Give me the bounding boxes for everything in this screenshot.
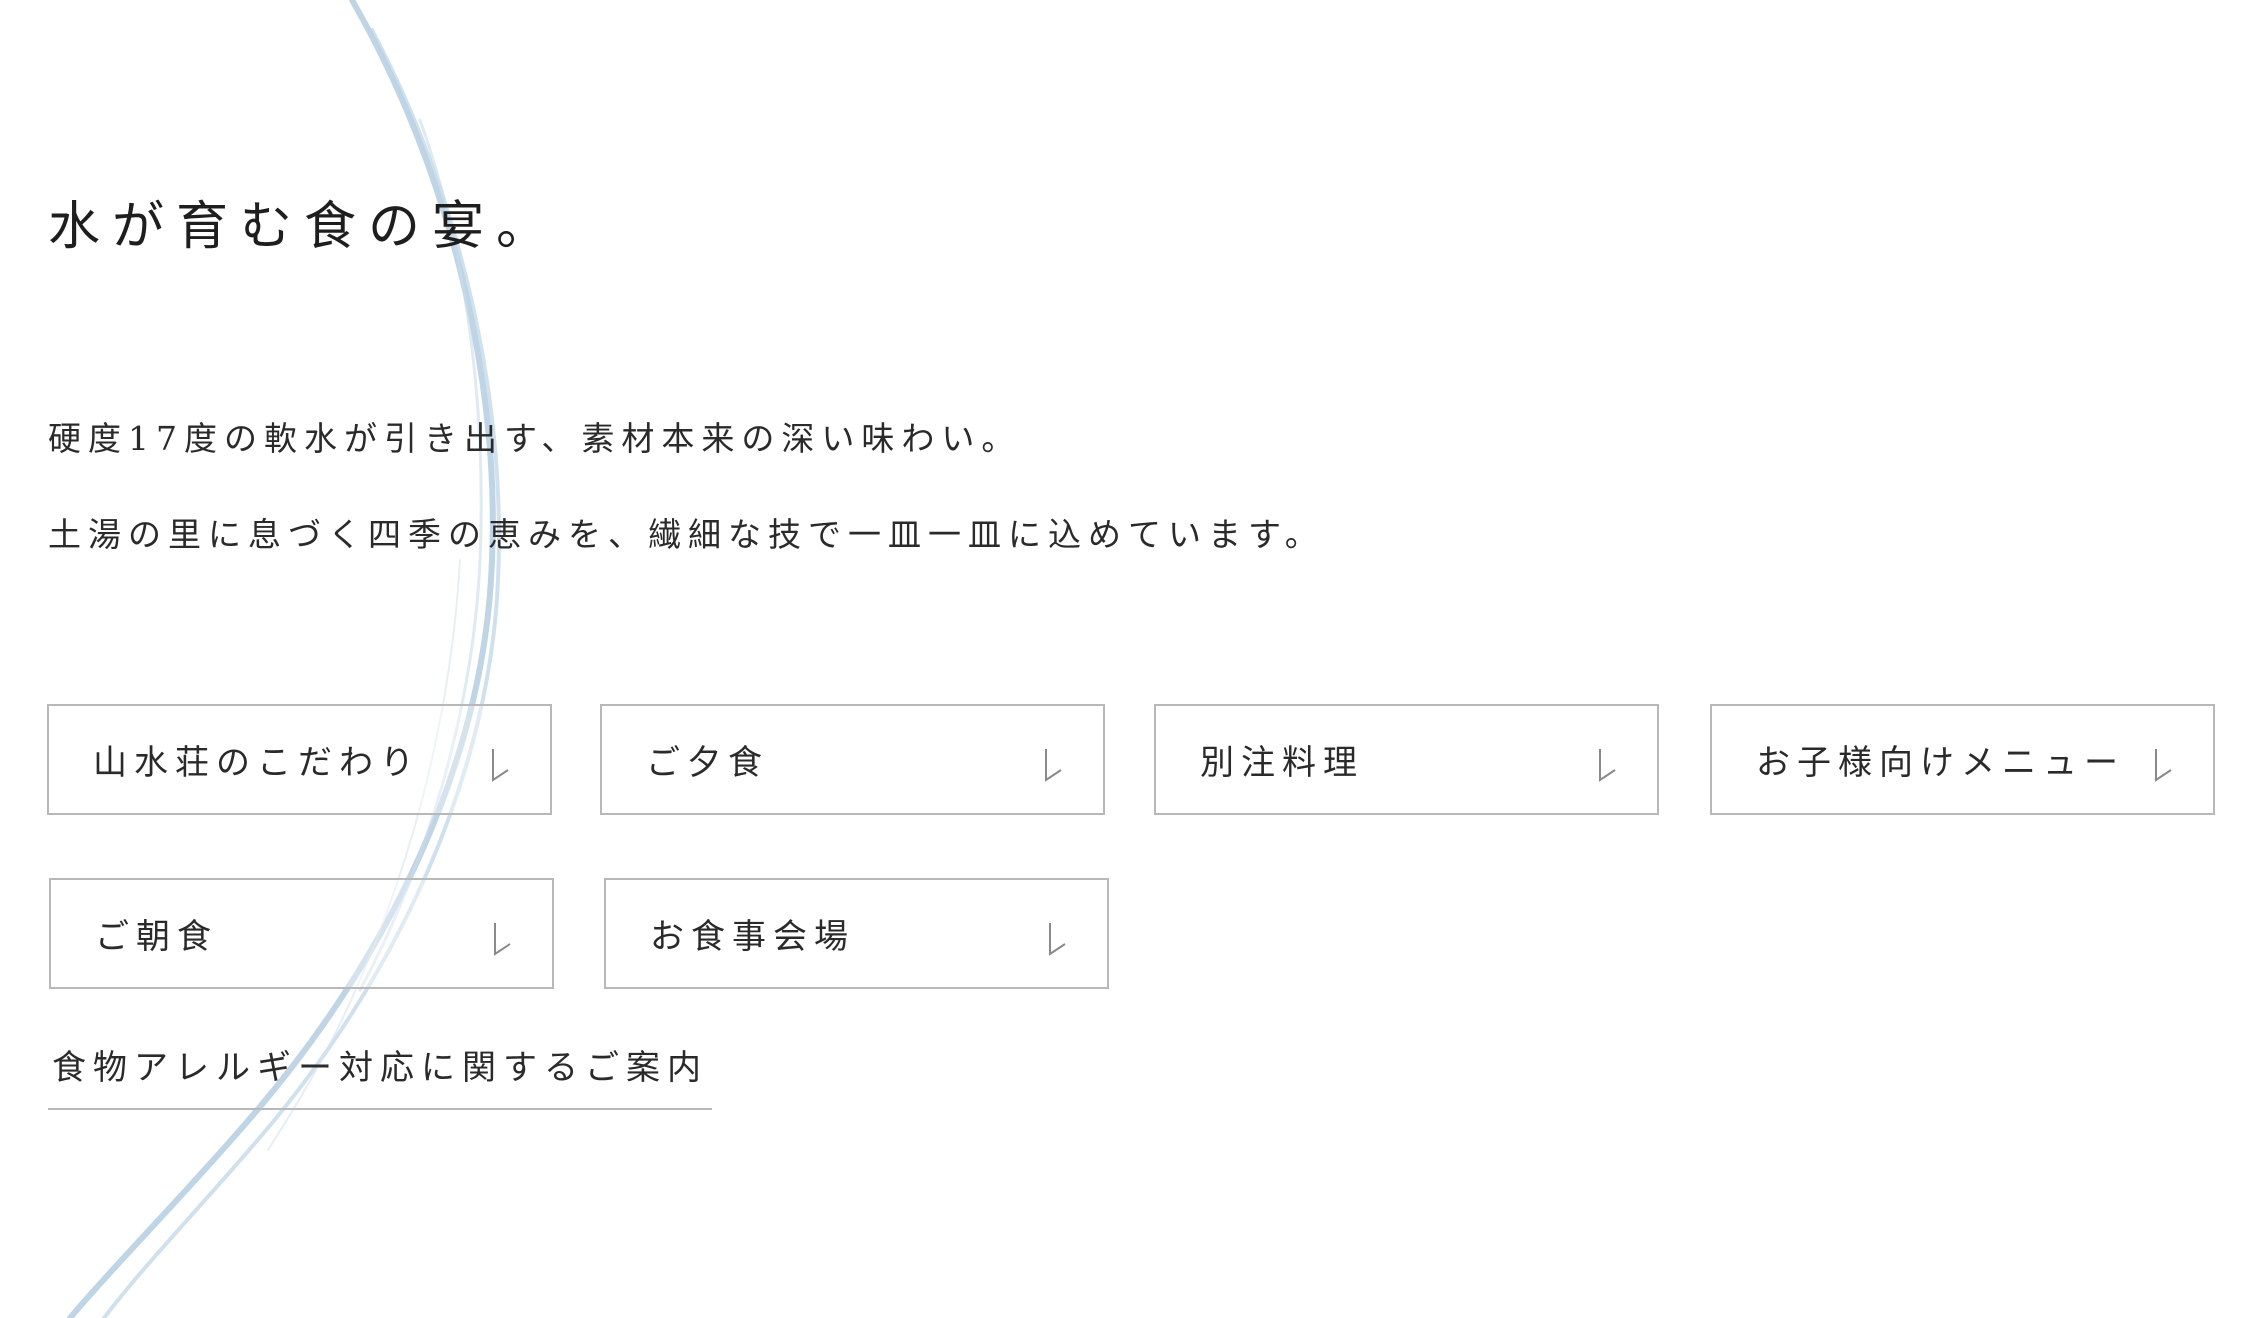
menu-button-label: 山水荘のこだわり (93, 743, 421, 783)
food-allergy-link-label: 食物アレルギー対応に関するご案内 (52, 1048, 708, 1088)
arrow-down-icon (492, 749, 509, 782)
menu-button-label: お子様向けメニュー (1756, 743, 2125, 783)
menu-button-label: お食事会場 (650, 917, 855, 957)
arrow-down-icon (494, 923, 511, 956)
arrow-down-icon (1049, 923, 1066, 956)
arrow-down-icon (1045, 749, 1062, 782)
arrow-down-icon (1599, 749, 1616, 782)
menu-button-dinner[interactable]: ご夕食 (600, 704, 1105, 815)
page-headline: 水が育む食の宴。 (48, 197, 561, 257)
food-allergy-info-link[interactable]: 食物アレルギー対応に関するご案内 (48, 1046, 712, 1110)
menu-button-breakfast[interactable]: ご朝食 (49, 878, 554, 989)
lead-text-line-1: 硬度17度の軟水が引き出す、素材本来の深い味わい。 (48, 419, 1022, 458)
arrow-down-icon (2155, 749, 2172, 782)
menu-button-label: ご夕食 (646, 743, 769, 783)
lead-text-line-2: 土湯の里に息づく四季の恵みを、繊細な技で一皿一皿に込めています。 (48, 515, 1325, 554)
dining-section: 水が育む食の宴。 硬度17度の軟水が引き出す、素材本来の深い味わい。 土湯の里に… (0, 0, 2256, 1318)
menu-button-label: 別注料理 (1200, 743, 1364, 783)
menu-button-special-order[interactable]: 別注料理 (1154, 704, 1659, 815)
menu-button-label: ご朝食 (95, 917, 218, 957)
menu-button-kodawari[interactable]: 山水荘のこだわり (47, 704, 552, 815)
menu-button-dining-venue[interactable]: お食事会場 (604, 878, 1109, 989)
menu-button-kids-menu[interactable]: お子様向けメニュー (1710, 704, 2215, 815)
